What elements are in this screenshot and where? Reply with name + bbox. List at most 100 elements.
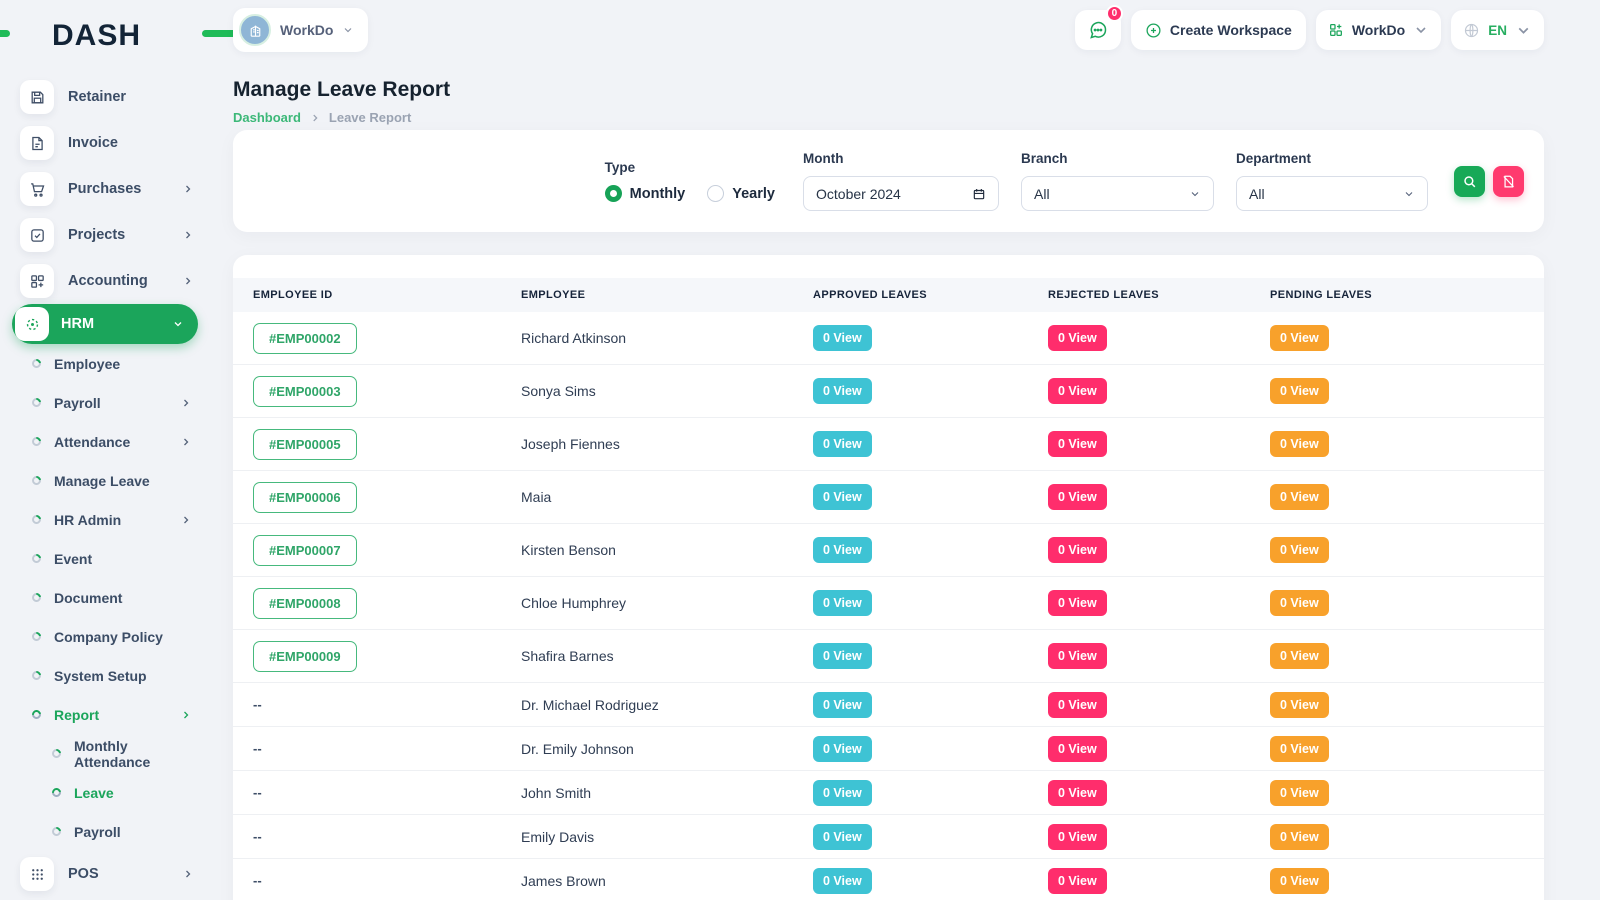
- workspace-name: WorkDo: [280, 22, 333, 38]
- employee-id-badge[interactable]: #EMP00003: [253, 376, 357, 407]
- sidebar-item-hrm[interactable]: HRM: [12, 304, 198, 344]
- employee-name: James Brown: [521, 873, 813, 889]
- type-option-monthly-label: Monthly: [630, 186, 686, 202]
- rejected-leaves-view-button[interactable]: 0 View: [1048, 325, 1107, 351]
- approved-leaves-view-button[interactable]: 0 View: [813, 780, 872, 806]
- approved-leaves-view-button[interactable]: 0 View: [813, 537, 872, 563]
- approved-leaves-view-button[interactable]: 0 View: [813, 590, 872, 616]
- breadcrumb-dashboard-link[interactable]: Dashboard: [233, 110, 301, 125]
- sidebar-item-manage-leave[interactable]: Manage Leave: [0, 461, 212, 500]
- approved-leaves-view-button[interactable]: 0 View: [813, 868, 872, 894]
- pending-leaves-view-button[interactable]: 0 View: [1270, 780, 1329, 806]
- sidebar-item-payroll[interactable]: Payroll: [0, 383, 212, 422]
- pending-leaves-view-button[interactable]: 0 View: [1270, 868, 1329, 894]
- rejected-leaves-view-button[interactable]: 0 View: [1048, 736, 1107, 762]
- messages-button[interactable]: 0: [1075, 10, 1121, 50]
- pending-leaves-view-button[interactable]: 0 View: [1270, 484, 1329, 510]
- radio-unchecked-icon[interactable]: [707, 185, 724, 202]
- employee-id-cell: --: [253, 784, 521, 802]
- chevron-right-icon: [180, 709, 192, 721]
- approved-leaves-view-button[interactable]: 0 View: [813, 378, 872, 404]
- pending-leaves-view-button[interactable]: 0 View: [1270, 824, 1329, 850]
- employee-id-badge[interactable]: #EMP00005: [253, 429, 357, 460]
- create-workspace-label: Create Workspace: [1170, 22, 1292, 38]
- pending-leaves-view-button[interactable]: 0 View: [1270, 736, 1329, 762]
- sidebar-item-accounting[interactable]: Accounting: [0, 258, 212, 304]
- employee-id-badge[interactable]: #EMP00007: [253, 535, 357, 566]
- rejected-leaves-view-button[interactable]: 0 View: [1048, 484, 1107, 510]
- employee-id-badge[interactable]: #EMP00002: [253, 323, 357, 354]
- rejected-leaves-view-button[interactable]: 0 View: [1048, 431, 1107, 457]
- approved-leaves-view-button[interactable]: 0 View: [813, 824, 872, 850]
- employee-id-badge[interactable]: #EMP00008: [253, 588, 357, 619]
- table-row: #EMP00003 Sonya Sims 0 View 0 View 0 Vie…: [233, 365, 1544, 418]
- approved-leaves-view-button[interactable]: 0 View: [813, 643, 872, 669]
- ring-bullet-icon: [30, 357, 43, 370]
- rejected-leaves-view-button[interactable]: 0 View: [1048, 692, 1107, 718]
- rejected-leaves-view-button[interactable]: 0 View: [1048, 378, 1107, 404]
- reset-button[interactable]: [1493, 166, 1524, 197]
- sidebar-item-report[interactable]: Report: [0, 695, 212, 734]
- approved-leaves-view-button[interactable]: 0 View: [813, 431, 872, 457]
- app-logo[interactable]: DASH: [0, 10, 212, 62]
- sidebar-item-label: Employee: [54, 356, 192, 372]
- sidebar-item-label: Payroll: [54, 395, 180, 411]
- type-option-monthly[interactable]: Monthly: [605, 185, 686, 202]
- chevron-right-icon: [180, 397, 192, 409]
- sidebar-item-employee[interactable]: Employee: [0, 344, 212, 383]
- leave-report-table-card: EMPLOYEE ID EMPLOYEE APPROVED LEAVES REJ…: [233, 255, 1544, 900]
- search-button[interactable]: [1454, 166, 1485, 197]
- employee-id-empty: --: [253, 741, 262, 756]
- radio-checked-icon[interactable]: [605, 185, 622, 202]
- sidebar-item-invoice[interactable]: Invoice: [0, 120, 212, 166]
- sidebar-item-purchases[interactable]: Purchases: [0, 166, 212, 212]
- employee-id-badge[interactable]: #EMP00006: [253, 482, 357, 513]
- type-option-yearly[interactable]: Yearly: [707, 185, 775, 202]
- sidebar-item-system-setup[interactable]: System Setup: [0, 656, 212, 695]
- approved-leaves-view-button[interactable]: 0 View: [813, 325, 872, 351]
- sidebar-item-projects[interactable]: Projects: [0, 212, 212, 258]
- pending-leaves-view-button[interactable]: 0 View: [1270, 378, 1329, 404]
- branch-select[interactable]: All: [1021, 176, 1214, 211]
- workspace-selector[interactable]: WorkDo: [233, 8, 368, 52]
- month-input[interactable]: October 2024: [803, 176, 999, 211]
- approved-leaves-view-button[interactable]: 0 View: [813, 692, 872, 718]
- approved-leaves-view-button[interactable]: 0 View: [813, 484, 872, 510]
- rejected-leaves-view-button[interactable]: 0 View: [1048, 590, 1107, 616]
- sidebar-item-monthly-attendance[interactable]: Monthly Attendance: [0, 734, 212, 773]
- language-selector[interactable]: EN: [1451, 10, 1544, 50]
- pending-leaves-view-button[interactable]: 0 View: [1270, 590, 1329, 616]
- rejected-leaves-view-button[interactable]: 0 View: [1048, 780, 1107, 806]
- sidebar-item-payroll[interactable]: Payroll: [0, 812, 212, 851]
- page-title: Manage Leave Report: [233, 78, 450, 102]
- sidebar-item-label: Retainer: [68, 89, 194, 105]
- column-header-rejected-leaves: REJECTED LEAVES: [1048, 289, 1270, 301]
- branch-filter: Branch All: [1021, 151, 1214, 211]
- pending-leaves-view-button[interactable]: 0 View: [1270, 431, 1329, 457]
- pending-leaves-view-button[interactable]: 0 View: [1270, 643, 1329, 669]
- rejected-leaves-view-button[interactable]: 0 View: [1048, 824, 1107, 850]
- rejected-leaves-view-button[interactable]: 0 View: [1048, 643, 1107, 669]
- create-workspace-button[interactable]: Create Workspace: [1131, 10, 1306, 50]
- sidebar-item-pos[interactable]: POS: [0, 851, 212, 897]
- sidebar-item-attendance[interactable]: Attendance: [0, 422, 212, 461]
- sidebar-item-hr-admin[interactable]: HR Admin: [0, 500, 212, 539]
- employee-id-badge[interactable]: #EMP00009: [253, 641, 357, 672]
- workdo-menu-button[interactable]: WorkDo: [1316, 10, 1441, 50]
- sidebar-item-document[interactable]: Document: [0, 578, 212, 617]
- sidebar-item-retainer[interactable]: Retainer: [0, 74, 212, 120]
- pending-leaves-view-button[interactable]: 0 View: [1270, 692, 1329, 718]
- rejected-leaves-view-button[interactable]: 0 View: [1048, 868, 1107, 894]
- department-select[interactable]: All: [1236, 176, 1428, 211]
- sidebar-item-event[interactable]: Event: [0, 539, 212, 578]
- approved-leaves-view-button[interactable]: 0 View: [813, 736, 872, 762]
- employee-name: Dr. Emily Johnson: [521, 741, 813, 757]
- sidebar-item-leave[interactable]: Leave: [0, 773, 212, 812]
- rejected-leaves-view-button[interactable]: 0 View: [1048, 537, 1107, 563]
- sidebar-item-company-policy[interactable]: Company Policy: [0, 617, 212, 656]
- sidebar-item-label: Company Policy: [54, 629, 192, 645]
- chevron-down-icon: [172, 318, 184, 330]
- chevron-down-icon: [1189, 188, 1201, 200]
- pending-leaves-view-button[interactable]: 0 View: [1270, 537, 1329, 563]
- pending-leaves-view-button[interactable]: 0 View: [1270, 325, 1329, 351]
